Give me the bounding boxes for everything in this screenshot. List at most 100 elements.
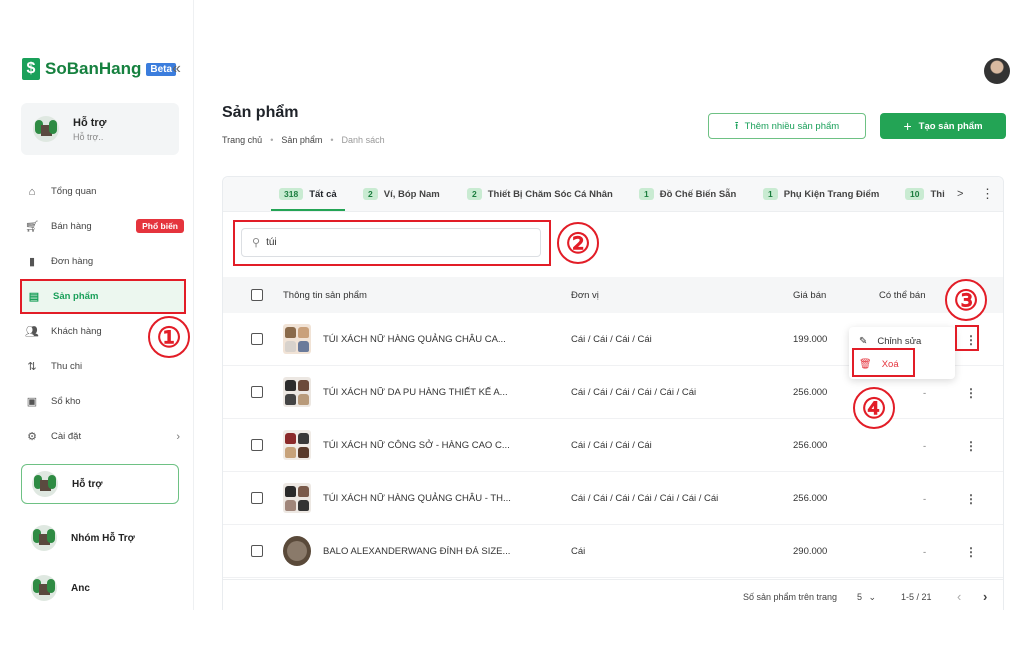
product-price: 256.000 <box>793 387 828 398</box>
tab-label: Thiết Bị Chăm Sóc Cá Nhân <box>487 188 613 200</box>
sidebar-item-warehouse[interactable]: ▣ Sổ kho <box>20 384 186 419</box>
shop-item[interactable]: Hỗ trợ <box>21 464 179 504</box>
shop-list: Hỗ trợ Nhóm Hỗ Trợ Anc <box>21 464 179 614</box>
annotation-frame-delete <box>852 348 915 377</box>
annotation-marker-4: ④ <box>853 387 895 429</box>
more-vertical-icon[interactable]: ⋮ <box>965 492 977 506</box>
import-products-label: Thêm nhiều sản phẩm <box>744 120 840 132</box>
sidebar-item-label: Khách hàng <box>51 326 102 337</box>
users-icon: 👥︎ <box>25 326 39 338</box>
tab-all[interactable]: 318 Tất cả <box>279 188 337 200</box>
shop-name: Nhóm Hỗ Trợ <box>71 532 135 544</box>
double-chevron-left-icon[interactable]: « <box>172 60 181 78</box>
more-vertical-icon[interactable]: ⋮ <box>965 439 977 453</box>
tab-more-category[interactable]: 10 Thi <box>905 188 945 200</box>
sidebar-item-sales[interactable]: 🛒︎ Bán hàng Phổ biến <box>20 209 186 244</box>
chevron-right-icon: › <box>176 430 180 443</box>
search-input[interactable]: ⚲ túi <box>241 228 541 257</box>
more-vertical-icon[interactable]: ⋮ <box>965 386 977 400</box>
product-thumbnail <box>283 430 311 460</box>
sidebar-item-label: Cài đặt <box>51 431 82 442</box>
sidebar-nav: ⌂ Tổng quan 🛒︎ Bán hàng Phổ biến ▮ Đơn h… <box>20 174 186 454</box>
annotation-marker-1: ① <box>148 316 190 358</box>
more-vertical-icon[interactable]: ⋮ <box>981 186 994 202</box>
product-name[interactable]: BALO ALEXANDERWANG ĐÍNH ĐÁ SIZE... <box>323 546 510 557</box>
per-page-select[interactable]: 5 ⌄ <box>857 592 876 603</box>
product-list-card: 318 Tất cả 2 Ví, Bóp Nam 2 Thiết Bị Chăm… <box>222 176 1004 610</box>
shop-name: Hỗ trợ <box>72 478 103 490</box>
breadcrumb-home[interactable]: Trang chủ <box>222 135 262 145</box>
tab-wallets[interactable]: 2 Ví, Bóp Nam <box>363 188 440 200</box>
shop-item[interactable]: Nhóm Hỗ Trợ <box>21 514 179 562</box>
sidebar-item-label: Sản phẩm <box>53 291 99 302</box>
product-name[interactable]: TÚI XÁCH NỮ HÀNG QUẢNG CHÂU - TH... <box>323 493 511 504</box>
annotation-frame-menu <box>955 325 979 351</box>
sidebar-item-label: Sổ kho <box>51 396 81 407</box>
gear-icon: ⚙ <box>27 431 37 443</box>
brand[interactable]: $ SoBanHang Beta <box>22 58 177 80</box>
sidebar-item-label: Tổng quan <box>51 186 97 197</box>
support-subtitle: Hỗ trợ.. <box>73 131 104 142</box>
row-checkbox[interactable] <box>251 492 263 504</box>
tab-personal-care[interactable]: 2 Thiết Bị Chăm Sóc Cá Nhân <box>467 188 613 200</box>
per-page-value: 5 <box>857 592 863 602</box>
brand-logo-icon: $ <box>22 58 40 80</box>
product-price: 290.000 <box>793 546 828 557</box>
support-card[interactable]: Hỗ trợ Hỗ trợ.. <box>21 103 179 155</box>
create-product-button[interactable]: + Tạo sản phẩm <box>880 113 1006 139</box>
product-price: 256.000 <box>793 493 828 504</box>
table-row[interactable]: TÚI XÁCH NỮ HÀNG QUẢNG CHÂU - TH... Cái … <box>223 472 1003 525</box>
table-row[interactable]: BALO ALEXANDERWANG ĐÍNH ĐÁ SIZE... Cái 2… <box>223 525 1003 578</box>
sidebar-item-overview[interactable]: ⌂ Tổng quan <box>20 174 186 209</box>
table-header: Thông tin sản phẩm Đơn vị Giá bán Có thể… <box>223 277 1003 313</box>
sidebar-item-settings[interactable]: ⚙ Cài đặt › <box>20 419 186 454</box>
active-tab-indicator <box>271 209 345 211</box>
import-products-button[interactable]: ⭱ Thêm nhiều sản phẩm <box>708 113 866 139</box>
product-thumbnail <box>283 377 311 407</box>
tab-label: Thi <box>930 188 945 200</box>
row-checkbox[interactable] <box>251 333 263 345</box>
product-name[interactable]: TÚI XÁCH NỮ HÀNG QUẢNG CHÂU CA... <box>323 334 506 345</box>
shop-item[interactable]: Anc <box>21 564 179 612</box>
product-thumbnail <box>283 324 311 354</box>
user-avatar[interactable] <box>984 58 1010 84</box>
breadcrumb-separator: • <box>330 135 334 145</box>
tab-count: 2 <box>467 188 482 200</box>
breadcrumb-products[interactable]: Sản phẩm <box>281 135 322 145</box>
product-available: - <box>923 494 927 505</box>
sidebar-item-orders[interactable]: ▮ Đơn hàng <box>20 244 186 279</box>
row-checkbox[interactable] <box>251 439 263 451</box>
next-page-button[interactable]: › <box>983 589 987 604</box>
pagination: Số sản phẩm trên trang 5 ⌄ 1-5 / 21 ‹ › <box>223 579 1003 611</box>
plus-icon: + <box>903 118 912 134</box>
sidebar-item-label: Thu chi <box>51 361 83 372</box>
prev-page-button[interactable]: ‹ <box>957 589 961 604</box>
shop-avatar <box>33 116 59 142</box>
page-range: 1-5 / 21 <box>901 592 932 602</box>
tab-count: 1 <box>639 188 654 200</box>
row-checkbox[interactable] <box>251 545 263 557</box>
file-icon: ▮ <box>28 256 36 268</box>
product-unit: Cái <box>571 546 586 557</box>
product-name[interactable]: TÚI XÁCH NỮ CÔNG SỞ - HÀNG CAO C... <box>323 440 510 451</box>
table-row[interactable]: TÚI XÁCH NỮ CÔNG SỞ - HÀNG CAO C... Cái … <box>223 419 1003 472</box>
tab-makeup-accessories[interactable]: 1 Phụ Kiện Trang Điểm <box>763 188 879 200</box>
cart-icon: 🛒︎ <box>25 221 39 233</box>
tab-label: Tất cả <box>309 188 337 200</box>
sidebar-item-products[interactable]: ▤ Sản phẩm <box>20 279 186 314</box>
tab-processed-food[interactable]: 1 Đồ Chế Biến Sẵn <box>639 188 736 200</box>
column-header-unit: Đơn vị <box>571 290 599 301</box>
warehouse-icon: ▣ <box>26 396 38 408</box>
product-price: 256.000 <box>793 440 828 451</box>
more-vertical-icon[interactable]: ⋮ <box>965 545 977 559</box>
chevron-right-icon[interactable]: > <box>957 188 963 200</box>
row-checkbox[interactable] <box>251 386 263 398</box>
chevron-down-icon: ⌄ <box>868 592 877 602</box>
pencil-icon: ✎ <box>859 335 868 347</box>
product-name[interactable]: TÚI XÁCH NỮ DA PU HÀNG THIẾT KẾ A... <box>323 387 508 398</box>
box-icon: ▤ <box>28 291 40 303</box>
product-available: - <box>923 441 927 452</box>
sidebar-item-label: Bán hàng <box>51 221 92 232</box>
product-unit: Cái / Cái / Cái / Cái / Cái / Cái / Cái <box>571 493 719 504</box>
select-all-checkbox[interactable] <box>251 289 263 301</box>
